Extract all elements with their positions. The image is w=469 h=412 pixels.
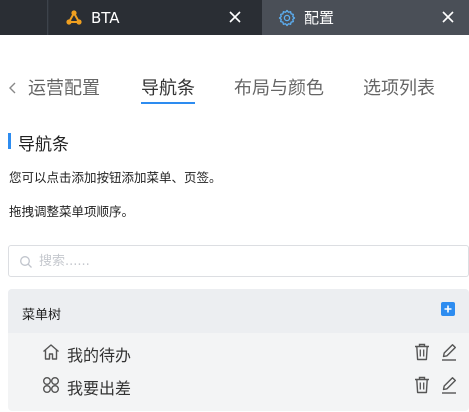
active-tab-indicator <box>141 102 195 104</box>
tab-option-list[interactable]: 选项列表 <box>363 74 435 100</box>
tree-item-my-todo[interactable]: 我的待办 <box>8 336 469 368</box>
section-accent-bar <box>8 133 11 149</box>
window-tab-bar: BTA 配置 <box>0 0 469 35</box>
trash-icon[interactable] <box>413 375 431 395</box>
search-input[interactable] <box>39 250 459 272</box>
sub-tab-bar: 运营配置 导航条 布局与颜色 选项列表 <box>0 68 469 108</box>
bta-logo-icon <box>65 9 83 27</box>
tab-config-label: 配置 <box>304 9 335 27</box>
tab-config[interactable]: 配置 <box>262 0 469 35</box>
section-title: 导航条 <box>18 135 69 155</box>
close-icon[interactable] <box>439 8 457 26</box>
home-icon <box>41 342 61 362</box>
close-icon[interactable] <box>226 8 244 26</box>
search-box <box>8 245 469 277</box>
tab-bta[interactable]: BTA <box>49 0 262 35</box>
tree-item-label: 我要出差 <box>67 379 132 398</box>
hint-add-menu: 您可以点击添加按钮添加菜单、页签。 <box>9 170 222 185</box>
add-menu-button[interactable] <box>441 302 455 316</box>
tree-item-business-trip[interactable]: 我要出差 <box>8 369 469 401</box>
menu-tree-title: 菜单树 <box>22 308 62 323</box>
tab-operation-config[interactable]: 运营配置 <box>28 74 100 100</box>
edit-icon[interactable] <box>440 342 458 362</box>
search-icon <box>19 255 33 269</box>
trash-icon[interactable] <box>413 342 431 362</box>
tab-navbar[interactable]: 导航条 <box>141 74 195 100</box>
hint-drag-order: 拖拽调整菜单项顺序。 <box>9 204 135 219</box>
gear-icon <box>278 9 296 27</box>
tab-overflow-stub[interactable] <box>0 0 48 35</box>
tab-bta-label: BTA <box>91 8 120 27</box>
menu-tree-panel: 菜单树 我的待办 我要出差 <box>8 289 469 411</box>
menu-tree-header: 菜单树 <box>8 289 469 333</box>
edit-icon[interactable] <box>440 375 458 395</box>
tab-layout-color[interactable]: 布局与颜色 <box>234 74 324 100</box>
chevron-left-icon[interactable] <box>6 78 20 98</box>
tree-item-label: 我的待办 <box>67 346 132 365</box>
grid-icon <box>41 375 61 395</box>
